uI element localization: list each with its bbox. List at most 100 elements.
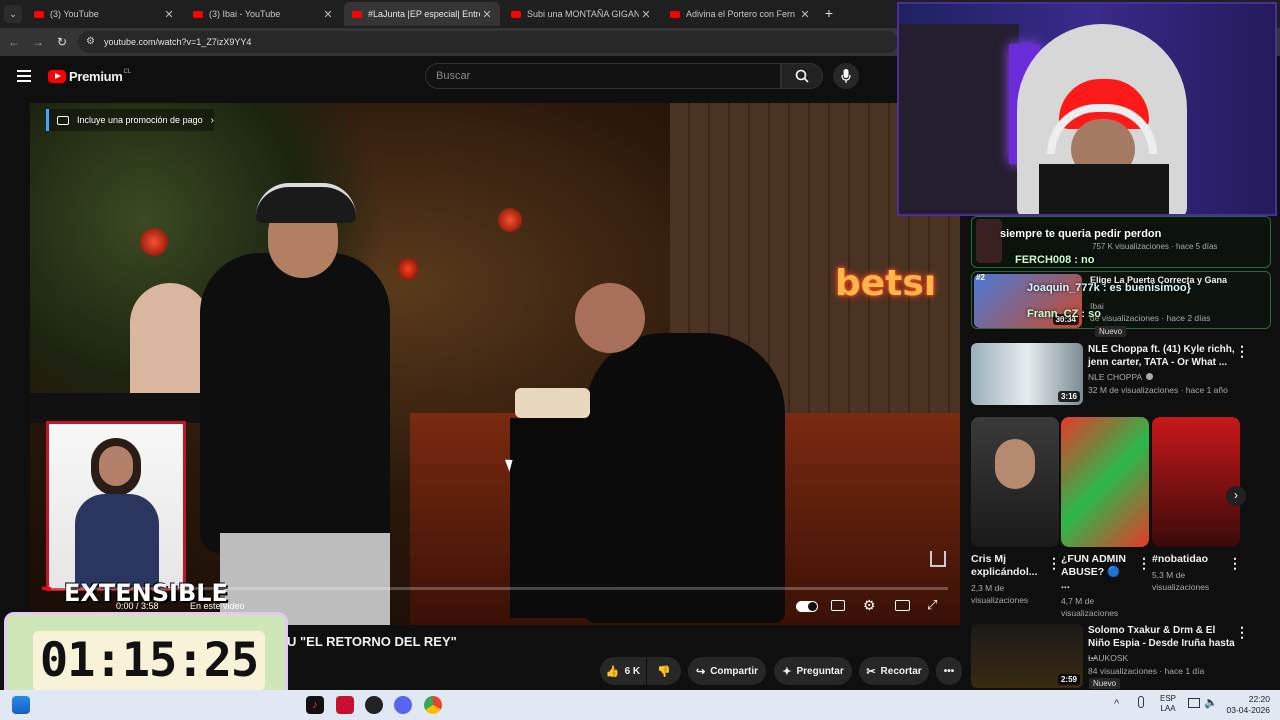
language-indicator[interactable]: ESP LAA: [1160, 694, 1176, 714]
thumbnail-nle: 3:16: [971, 343, 1083, 405]
new-badge: Nuevo: [1089, 678, 1121, 689]
reload-icon[interactable]: ↻: [54, 34, 70, 50]
streamer-webcam: [897, 2, 1277, 216]
fullscreen-icon[interactable]: ⤢: [927, 597, 937, 613]
url-field[interactable]: ⚙ youtube.com/watch?v=1_Z7izX9YY4: [78, 31, 898, 53]
more-options-icon[interactable]: ⋮: [1235, 624, 1249, 641]
short-cris[interactable]: Cris Mj explicándol... 2,3 M de visualiz…: [971, 417, 1061, 612]
more-horizontal-icon: •••: [943, 665, 955, 677]
close-tab-icon[interactable]: ✕: [639, 8, 653, 21]
like-button[interactable]: 👍 6 K: [600, 657, 646, 685]
youtube-favicon: [511, 10, 521, 18]
youtube-play-icon: [48, 70, 66, 83]
close-tab-icon[interactable]: ✕: [798, 8, 812, 21]
back-icon[interactable]: ←: [6, 34, 22, 50]
chat-line-4: Frann_CZ : so: [1027, 308, 1101, 320]
clock[interactable]: 22:20 03-04-2026: [1226, 694, 1270, 716]
promo-icon: [57, 115, 69, 125]
youtube-favicon: [193, 10, 203, 18]
dislike-button[interactable]: 👎: [647, 657, 681, 685]
person-host-body: [585, 333, 785, 623]
scissors-icon: ✂: [866, 665, 876, 678]
youtube-favicon: [34, 10, 44, 18]
new-badge: Nuevo: [1095, 326, 1127, 337]
tray-chevron-icon[interactable]: ^: [1114, 698, 1119, 710]
discord-icon[interactable]: [394, 696, 412, 714]
red-lamp-left: [140, 228, 168, 256]
shorts-next-button[interactable]: ›: [1226, 486, 1246, 506]
obs-icon[interactable]: [365, 696, 383, 714]
paid-promo-banner[interactable]: Incluye una promoción de pago ›: [46, 109, 214, 131]
chapter-button[interactable]: En este video: [190, 601, 245, 611]
miniplayer-icon[interactable]: [895, 600, 910, 611]
thumbs-up-icon: 👍: [605, 665, 620, 678]
related-partial-2[interactable]: 30:34 #2 Elige La Puerta Correcta y Gana…: [971, 271, 1271, 329]
tiktok-icon[interactable]: ♪: [306, 696, 324, 714]
ask-button[interactable]: ✦ Preguntar: [774, 657, 852, 685]
subtitles-icon[interactable]: [831, 600, 845, 611]
chat-line-2: FERCH008 : no: [1015, 254, 1095, 266]
cake: [515, 388, 590, 418]
close-tab-icon[interactable]: ✕: [321, 8, 335, 21]
thumbnail-short-2: [1061, 417, 1149, 547]
clip-button[interactable]: ✂ Recortar: [859, 657, 929, 685]
channel-watermark-icon: [930, 551, 946, 567]
chrome-icon[interactable]: [424, 696, 442, 714]
cap: [256, 183, 356, 223]
network-icon[interactable]: [1188, 698, 1200, 708]
chat-line-3: Joaquin_777k : es buenisimoo}: [1027, 282, 1191, 294]
thumbnail-short-3: [1152, 417, 1240, 547]
voice-search-button[interactable]: [833, 63, 859, 89]
tab-ibai[interactable]: (3) Ibai - YouTube ✕: [185, 2, 341, 26]
autoplay-toggle[interactable]: [796, 601, 818, 612]
more-options-icon[interactable]: ⋮: [1235, 343, 1249, 360]
short-nobatidao[interactable]: #nobatidao 5,3 M de visualizaciones ⋮: [1152, 417, 1242, 612]
settings-icon[interactable]: ⚙: [863, 597, 876, 614]
related-video-solomo[interactable]: 2:59 Solomo Txakur & Drm & El Niño Espia…: [971, 624, 1271, 689]
chat-line-1: siempre te queria pedir perdon: [1000, 228, 1162, 240]
windows-start-icon[interactable]: [12, 696, 30, 714]
more-options-icon[interactable]: ⋮: [1047, 555, 1061, 572]
progress-played: [42, 587, 52, 590]
share-icon: ↪: [695, 665, 706, 678]
mic-icon: [841, 69, 851, 83]
verified-icon: [1146, 373, 1154, 380]
search-button[interactable]: [781, 63, 823, 89]
youtube-favicon: [352, 10, 362, 18]
close-tab-icon[interactable]: ✕: [162, 8, 176, 21]
youtube-favicon: [670, 10, 680, 18]
menu-icon[interactable]: [17, 70, 31, 82]
thumbs-down-icon: 👎: [657, 665, 671, 678]
progress-bar[interactable]: [42, 587, 948, 590]
tab-portero[interactable]: Adivina el Portero con Fern ✕: [662, 2, 818, 26]
share-button[interactable]: ↪ Compartir: [688, 657, 766, 685]
tab-lajunta[interactable]: #LaJunta |EP especial| Entrevista ✕: [344, 2, 500, 26]
youtube-logo[interactable]: Premium CL: [48, 69, 131, 84]
red-lamp-mid: [398, 258, 418, 280]
tab-list-button[interactable]: ⌄: [4, 5, 22, 23]
more-options-icon[interactable]: ⋮: [1137, 555, 1151, 572]
forward-icon[interactable]: →: [30, 34, 46, 50]
search-input[interactable]: Buscar: [425, 63, 781, 89]
volume-icon[interactable]: 🔈: [1204, 696, 1218, 709]
video-title: U "EL RETORNO DEL REY": [287, 634, 457, 649]
tray-mic-icon[interactable]: [1138, 696, 1144, 708]
close-tab-icon[interactable]: ✕: [480, 8, 494, 21]
sparkle-icon: ✦: [782, 665, 792, 678]
new-tab-button[interactable]: +: [822, 6, 836, 20]
thumbnail-solomo: 2:59: [971, 624, 1083, 688]
related-video-nle[interactable]: 3:16 NLE Choppa ft. (41) Kyle richh, jen…: [971, 343, 1271, 405]
tab-montana[interactable]: Subi una MONTAÑA GIGANTE ✕: [503, 2, 659, 26]
short-admin-abuse[interactable]: ¿FUN ADMIN ABUSE? 🔵 ... 4,7 M de visuali…: [1061, 417, 1151, 618]
tab-youtube-home[interactable]: (3) YouTube ✕: [26, 2, 182, 26]
channel-name: NLE CHOPPA: [1088, 371, 1154, 383]
time-readout: 0:00 / 3:58: [116, 601, 159, 611]
more-options-icon[interactable]: ⋮: [1228, 555, 1242, 572]
windows-taskbar: ♪ ^ ESP LAA 🔈 22:20 03-04-2026: [0, 690, 1280, 720]
related-sidebar: 757 K visualizaciones · hace 5 días siem…: [965, 216, 1280, 690]
site-info-icon[interactable]: ⚙: [86, 31, 95, 53]
more-actions-button[interactable]: •••: [936, 657, 962, 685]
video-player[interactable]: betsı Incluye una promoción de pago › EX…: [30, 103, 960, 625]
app-icon[interactable]: [336, 696, 354, 714]
person-host-head: [575, 283, 645, 353]
